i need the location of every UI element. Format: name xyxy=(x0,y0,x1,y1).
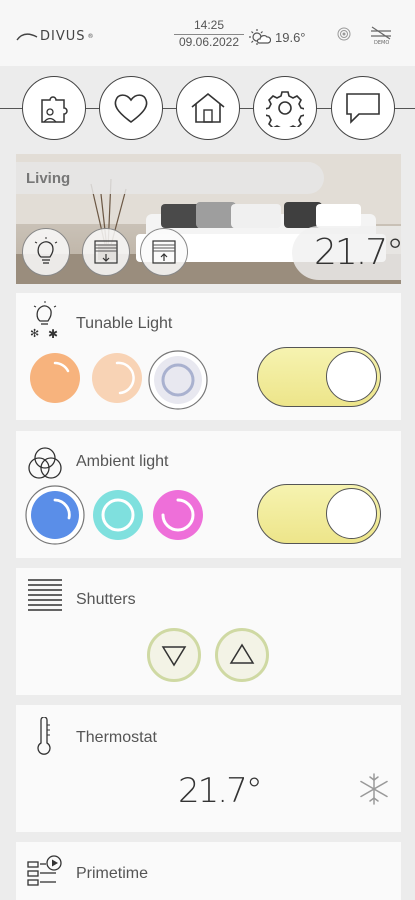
room-banner[interactable]: Living 21.7° xyxy=(16,154,401,284)
svg-text:✻: ✻ xyxy=(30,327,39,339)
ambient-color-magenta-button[interactable] xyxy=(151,488,205,542)
room-shutter-up-button[interactable] xyxy=(140,228,188,276)
clock-time: 14:25 xyxy=(174,18,244,35)
tunable-light-toggle[interactable] xyxy=(257,347,381,407)
ambient-light-title: Ambient light xyxy=(76,453,169,470)
shutter-down-icon xyxy=(94,240,118,264)
shutters-title: Shutters xyxy=(76,591,136,608)
ambient-light-card: Ambient light xyxy=(16,431,401,558)
toggle-knob xyxy=(326,351,377,402)
tunable-color-2-button[interactable] xyxy=(90,351,144,405)
shutter-up-button[interactable] xyxy=(215,628,269,682)
svg-text:DEMO: DEMO xyxy=(374,40,389,45)
top-bar: DIVUS ® 14:25 09.06.2022 19.6° DEMO xyxy=(0,0,415,66)
room-temperature: 21.7° xyxy=(314,232,401,273)
tunable-color-1-button[interactable] xyxy=(28,351,82,405)
sun-cloud-icon xyxy=(249,29,271,45)
ambient-color-blue-button[interactable] xyxy=(24,484,86,546)
toggle-knob xyxy=(326,488,377,539)
logo-swoosh-icon xyxy=(16,32,38,40)
primetime-title: Primetime xyxy=(76,865,149,882)
triangle-up-icon xyxy=(229,643,255,664)
nav-messages-button[interactable] xyxy=(331,76,395,140)
gear-icon xyxy=(266,91,304,127)
demo-mode-icon[interactable]: DEMO xyxy=(369,25,393,45)
room-name: Living xyxy=(26,170,71,187)
media-list-icon xyxy=(27,855,62,886)
chat-icon xyxy=(346,93,380,124)
primetime-card: Primetime xyxy=(16,842,401,900)
shutters-icon xyxy=(28,579,62,611)
nav-favorites-button[interactable] xyxy=(99,76,163,140)
thermometer-icon xyxy=(37,717,51,755)
brand-name: DIVUS xyxy=(40,29,86,44)
brand-logo: DIVUS ® xyxy=(16,29,95,44)
triangle-down-icon xyxy=(161,646,187,667)
ambient-light-toggle[interactable] xyxy=(257,484,381,544)
weather: 19.6° xyxy=(249,28,306,46)
home-icon xyxy=(191,92,225,123)
tunable-light-card: ✻ ✱ Tunable Light xyxy=(16,293,401,420)
room-shutter-down-button[interactable] xyxy=(82,228,130,276)
room-light-button[interactable] xyxy=(22,228,70,276)
snowflake-icon[interactable] xyxy=(357,772,391,806)
shutter-down-button[interactable] xyxy=(147,628,201,682)
puzzle-icon xyxy=(41,96,68,123)
ambient-color-cyan-button[interactable] xyxy=(91,488,145,542)
thermostat-card: Thermostat 21.7° xyxy=(16,705,401,832)
tunable-color-3-button[interactable] xyxy=(147,349,209,411)
rgb-circles-icon xyxy=(28,447,62,479)
nav-settings-button[interactable] xyxy=(253,76,317,140)
shutters-card: Shutters xyxy=(16,568,401,695)
clock: 14:25 09.06.2022 xyxy=(174,18,244,50)
nav-puzzle-button[interactable] xyxy=(22,76,86,140)
thermostat-value: 21.7° xyxy=(178,771,263,811)
tunable-light-title: Tunable Light xyxy=(76,315,173,332)
svg-text:✱: ✱ xyxy=(48,327,58,339)
outside-temperature: 19.6° xyxy=(275,29,306,45)
nav-home-button[interactable] xyxy=(176,76,240,140)
shutter-up-icon xyxy=(152,240,176,264)
thermostat-title: Thermostat xyxy=(76,729,157,746)
network-icon[interactable] xyxy=(337,27,351,41)
tunable-bulb-icon: ✻ ✱ xyxy=(30,301,58,339)
bulb-icon xyxy=(34,237,58,264)
clock-date: 09.06.2022 xyxy=(178,35,240,49)
heart-icon xyxy=(114,94,148,123)
